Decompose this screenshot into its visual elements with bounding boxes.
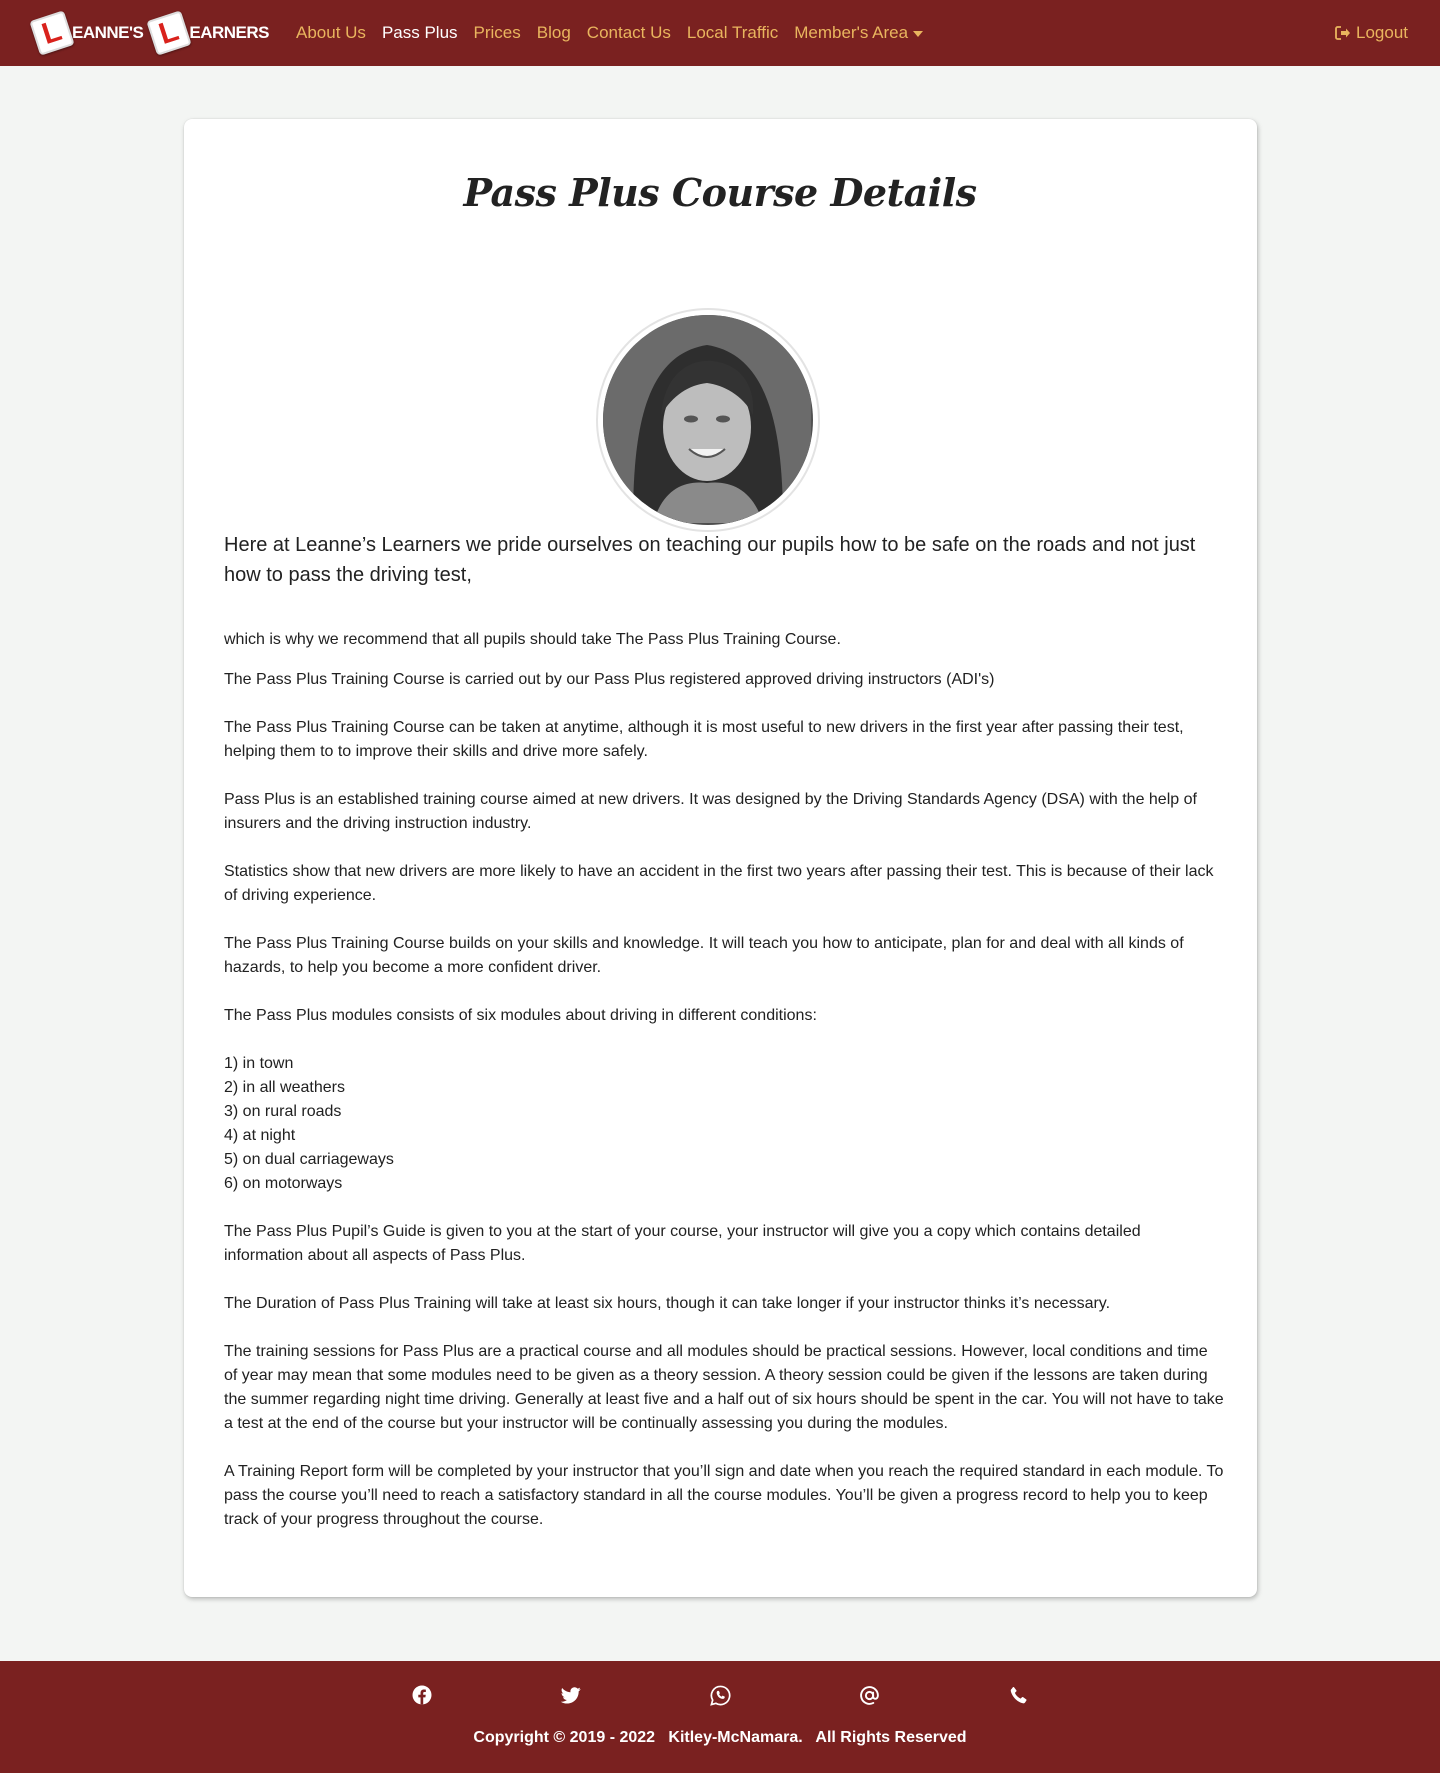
paragraph: The Pass Plus modules consists of six mo…	[224, 1007, 817, 1024]
module-item: 2) in all weathers	[224, 1079, 345, 1096]
nav-links: About Us Pass Plus Prices Blog Contact U…	[296, 0, 939, 66]
nav-link-members-area[interactable]: Member's Area	[794, 23, 924, 43]
paragraph: The Pass Plus Pupil’s Guide is given to …	[224, 1223, 1141, 1264]
caret-down-icon	[913, 30, 924, 37]
footer: Copyright © 2019 - 2022 Kitley-McNamara.…	[0, 1661, 1440, 1773]
l-plate-icon: L	[146, 10, 193, 56]
main-content: Here at Leanne’s Learners we pride ourse…	[224, 530, 1224, 1548]
module-item: 6) on motorways	[224, 1175, 343, 1192]
page-title: Pass Plus Course Details	[463, 170, 977, 215]
social-links	[0, 1683, 1440, 1713]
twitter-icon[interactable]	[559, 1683, 583, 1707]
module-item: 1) in town	[224, 1055, 294, 1072]
members-area-label: Member's Area	[794, 23, 909, 42]
module-item: 3) on rural roads	[224, 1103, 342, 1120]
nav-link-contact-us[interactable]: Contact Us	[587, 23, 671, 43]
logout-label: Logout	[1356, 23, 1408, 42]
nav-link-local-traffic[interactable]: Local Traffic	[687, 23, 778, 43]
logout-link[interactable]: Logout	[1335, 0, 1408, 66]
whatsapp-icon[interactable]	[708, 1683, 732, 1707]
nav-link-about-us[interactable]: About Us	[296, 23, 366, 43]
at-sign-icon[interactable]	[857, 1683, 881, 1707]
nav-link-prices[interactable]: Prices	[474, 23, 521, 43]
module-item: 5) on dual carriageways	[224, 1151, 394, 1168]
paragraph: The Pass Plus Training Course is carried…	[224, 671, 995, 688]
instructor-avatar	[596, 308, 820, 532]
logo-word-2: EARNERS	[189, 23, 270, 42]
portrait-illustration	[603, 315, 811, 523]
phone-icon[interactable]	[1006, 1683, 1030, 1707]
paragraph: The training sessions for Pass Plus are …	[224, 1343, 1224, 1432]
paragraph: which is why we recommend that all pupil…	[224, 631, 841, 648]
paragraph: Pass Plus is an established training cou…	[224, 791, 1197, 832]
paragraph: A Training Report form will be completed…	[224, 1463, 1224, 1528]
paragraph: Statistics show that new drivers are mor…	[224, 863, 1214, 904]
logo-word-1: EANNE'S	[72, 23, 144, 42]
nav-link-blog[interactable]: Blog	[537, 23, 571, 43]
lead-paragraph: Here at Leanne’s Learners we pride ourse…	[224, 534, 1196, 586]
modules-list: 1) in town 2) in all weathers 3) on rura…	[224, 1052, 1224, 1196]
site-logo[interactable]: L EANNE'S L EARNERS	[29, 10, 277, 56]
facebook-icon[interactable]	[410, 1683, 434, 1707]
copyright-text: Copyright © 2019 - 2022 Kitley-McNamara.…	[473, 1729, 967, 1746]
paragraph: The Pass Plus Training Course builds on …	[224, 935, 1184, 976]
paragraph: The Pass Plus Training Course can be tak…	[224, 719, 1184, 760]
navbar: L EANNE'S L EARNERS About Us Pass Plus P…	[0, 0, 1440, 66]
module-item: 4) at night	[224, 1127, 296, 1144]
l-plate-icon: L	[29, 10, 75, 56]
paragraph: The Duration of Pass Plus Training will …	[224, 1295, 1111, 1312]
sign-out-icon	[1335, 26, 1350, 40]
avatar-photo	[603, 315, 813, 525]
nav-link-pass-plus[interactable]: Pass Plus	[382, 23, 458, 43]
